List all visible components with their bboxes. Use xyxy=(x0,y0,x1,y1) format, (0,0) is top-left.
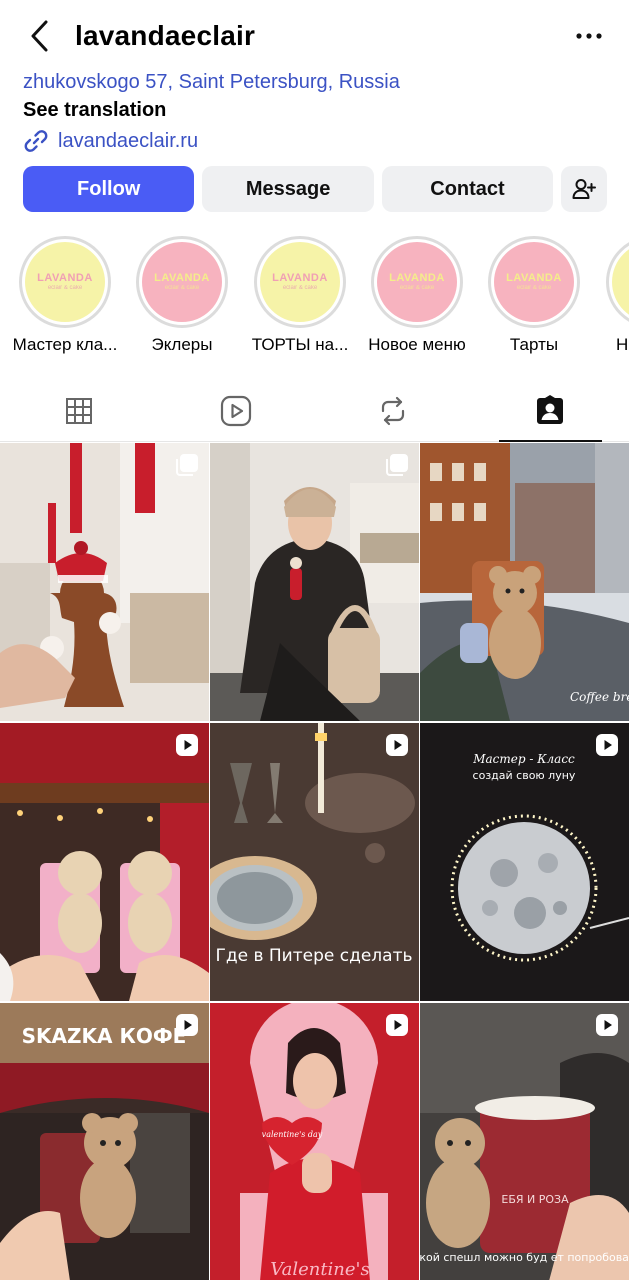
post-caption: такой спешл можно буд ет попробовать xyxy=(420,1251,629,1264)
profile-username: lavandaeclair xyxy=(75,20,256,51)
profile-tabs xyxy=(0,380,629,442)
address-link[interactable]: zhukovskogo 57, Saint Petersburg, Russia xyxy=(23,68,613,96)
post-thumbnail[interactable] xyxy=(210,443,419,721)
highlight-brand: LAVANDA xyxy=(272,272,328,284)
highlight-label: ТОРТЫ на... xyxy=(251,335,349,354)
story-highlights: LAVANDA eclair & cake Мастер кла... LAVA… xyxy=(0,236,629,366)
highlight-cover: LAVANDA eclair & cake xyxy=(142,242,222,322)
highlight-cover xyxy=(612,242,629,322)
highlight-item[interactable]: LAVANDA eclair & cake Мастер кла... xyxy=(6,236,124,356)
reposts-icon xyxy=(382,396,405,425)
profile-bio: zhukovskogo 57, Saint Petersburg, Russia… xyxy=(23,68,613,156)
highlight-brand: LAVANDA xyxy=(154,272,210,284)
website-text: lavandaeclair.ru xyxy=(58,130,199,152)
highlight-brand-sub: eclair & cake xyxy=(399,285,435,291)
tagged-icon xyxy=(537,394,564,424)
post-thumbnail[interactable]: Мастер - Класс создай свою луну xyxy=(420,723,629,1001)
tab-posts[interactable] xyxy=(0,380,157,441)
post-image xyxy=(0,443,209,721)
highlight-cover: LAVANDA eclair & cake xyxy=(494,242,574,322)
store-sign: SKAZKA КОФЕ xyxy=(22,1024,187,1048)
highlight-item[interactable]: LAVANDA eclair & cake Эклеры xyxy=(123,236,241,356)
post-thumbnail[interactable] xyxy=(0,723,209,1001)
suggest-people-button[interactable] xyxy=(561,166,608,212)
post-thumbnail[interactable]: Где в Питере сделать xyxy=(210,723,419,1001)
link-icon xyxy=(23,128,49,154)
post-thumbnail[interactable]: ЕБЯ И РОЗА такой спешл можно буд ет попр… xyxy=(420,1003,629,1280)
highlight-brand: LAVANDA xyxy=(389,272,445,284)
tab-reposts[interactable] xyxy=(315,380,472,441)
message-button[interactable]: Message xyxy=(202,166,374,212)
more-dots-icon xyxy=(576,33,602,39)
back-button[interactable] xyxy=(20,16,60,56)
post-caption-main: создай свою луну xyxy=(473,769,576,782)
post-image: SKAZKA КОФЕ xyxy=(0,1003,209,1280)
post-image: ЕБЯ И РОЗА такой спешл можно буд ет попр… xyxy=(420,1003,629,1280)
highlight-item[interactable]: LAVANDA eclair & cake Тарты xyxy=(475,236,593,356)
reel-icon xyxy=(386,734,408,756)
carousel-icon xyxy=(386,454,408,476)
highlight-brand-sub: eclair & cake xyxy=(282,285,318,291)
highlight-brand: LAVANDA xyxy=(37,272,93,284)
highlight-brand-sub: eclair & cake xyxy=(47,285,83,291)
highlight-item[interactable]: LAVANDA eclair & cake ТОРТЫ на... xyxy=(241,236,359,356)
highlight-cover: LAVANDA eclair & cake xyxy=(25,242,105,322)
contact-button[interactable]: Contact xyxy=(381,166,554,212)
profile-actions: Follow Message Contact xyxy=(23,166,608,212)
highlight-cover: LAVANDA eclair & cake xyxy=(260,242,340,322)
posts-grid: Coffee break xyxy=(0,443,629,1280)
highlight-brand-sub: eclair & cake xyxy=(164,285,200,291)
highlight-cover: LAVANDA eclair & cake xyxy=(377,242,457,322)
highlight-label: Эклеры xyxy=(151,335,213,354)
highlight-brand-sub: eclair & cake xyxy=(516,285,552,291)
reel-icon xyxy=(596,1014,618,1036)
post-caption: Где в Питере сделать xyxy=(215,946,412,966)
website-link[interactable]: lavandaeclair.ru xyxy=(23,126,613,156)
post-image xyxy=(0,723,209,1001)
tab-reels[interactable] xyxy=(157,380,314,441)
post-image xyxy=(210,443,419,721)
highlight-item[interactable]: LAVANDA eclair & cake Новое меню xyxy=(358,236,476,356)
post-caption: Coffee break xyxy=(570,690,629,704)
post-caption: Valentine's xyxy=(270,1259,370,1280)
post-image: Где в Питере сделать xyxy=(210,723,419,1001)
post-image: Мастер - Класс создай свою луну xyxy=(420,723,629,1001)
highlight-label: Мастер кла... xyxy=(12,335,118,354)
reel-icon xyxy=(596,734,618,756)
follow-button[interactable]: Follow xyxy=(23,166,195,212)
chevron-left-icon xyxy=(31,20,48,52)
post-thumbnail[interactable]: valentine's day Valentine's xyxy=(210,1003,419,1280)
highlight-label: Н xyxy=(616,335,629,354)
post-thumbnail[interactable]: SKAZKA КОФЕ xyxy=(0,1003,209,1280)
post-thumbnail[interactable]: Coffee break xyxy=(420,443,629,721)
highlight-label: Новое меню xyxy=(368,335,466,354)
highlight-item[interactable]: Н xyxy=(596,236,629,356)
heart-text: valentine's day xyxy=(262,1130,323,1139)
add-user-icon xyxy=(572,179,597,199)
tab-tagged[interactable] xyxy=(472,380,629,442)
see-translation-link[interactable]: See translation xyxy=(23,96,613,124)
highlight-brand: LAVANDA xyxy=(506,272,562,284)
more-options-button[interactable] xyxy=(569,18,609,54)
reel-icon xyxy=(176,1014,198,1036)
reel-icon xyxy=(386,1014,408,1036)
cup-text: ЕБЯ И РОЗА xyxy=(501,1193,569,1206)
post-thumbnail[interactable] xyxy=(0,443,209,721)
reel-icon xyxy=(176,734,198,756)
post-image: valentine's day Valentine's xyxy=(210,1003,419,1280)
highlight-label: Тарты xyxy=(509,335,559,354)
reels-icon xyxy=(220,395,251,426)
post-caption-top: Мастер - Класс xyxy=(472,752,575,766)
grid-icon xyxy=(65,397,92,424)
post-image: Coffee break xyxy=(420,443,629,721)
carousel-icon xyxy=(176,454,198,476)
profile-header: lavandaeclair xyxy=(0,0,629,72)
